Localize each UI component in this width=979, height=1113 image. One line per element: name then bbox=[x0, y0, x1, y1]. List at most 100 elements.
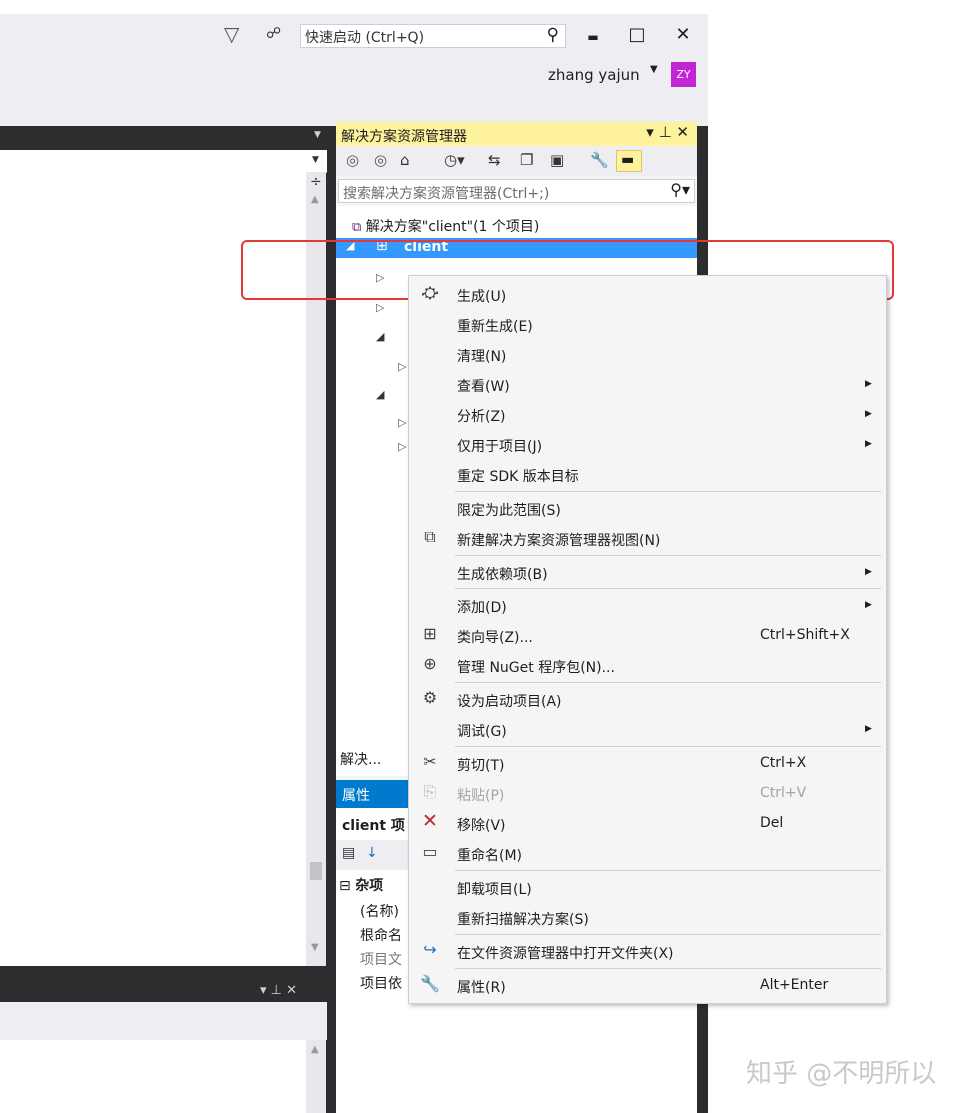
menu-item-clean[interactable]: 清理(N) bbox=[409, 340, 886, 370]
build-icon: ⛮ bbox=[421, 283, 439, 302]
navigation-dropdown[interactable]: ▼ bbox=[0, 150, 327, 173]
property-name: 根命名 bbox=[360, 928, 402, 944]
menu-item-build[interactable]: ⛮ 生成(U) bbox=[409, 280, 886, 310]
scroll-down-icon[interactable]: ▼ bbox=[311, 942, 319, 953]
chevron-down-icon[interactable]: ▼ bbox=[312, 155, 319, 165]
filter-icon[interactable]: ▽ bbox=[224, 22, 239, 46]
menu-item-set-startup[interactable]: ⚙ 设为启动项目(A) bbox=[409, 685, 886, 715]
menu-item-debug[interactable]: 调试(G) ▶ bbox=[409, 715, 886, 745]
minimize-button[interactable]: ▬ bbox=[582, 26, 604, 48]
tab-solution-explorer[interactable]: 解决... bbox=[340, 749, 381, 769]
show-all-files-icon[interactable]: ▣ bbox=[550, 151, 564, 169]
menu-item-label: 移除(V) bbox=[457, 818, 506, 834]
menu-separator bbox=[455, 491, 881, 492]
class-wizard-icon: ⊞ bbox=[423, 624, 437, 643]
wrench-icon[interactable]: 🔧 bbox=[590, 151, 609, 169]
expand-arrow-icon[interactable]: ▷ bbox=[398, 416, 406, 429]
menu-item-label: 调试(G) bbox=[457, 724, 507, 740]
sort-alpha-icon[interactable]: ↓ bbox=[366, 845, 378, 861]
forward-icon[interactable]: ◎ bbox=[374, 151, 387, 169]
sync-icon[interactable]: ⇆ bbox=[488, 151, 501, 169]
search-icon[interactable]: ⚲▾ bbox=[670, 180, 690, 199]
back-icon[interactable]: ◎ bbox=[346, 151, 359, 169]
document-header: ▼ bbox=[0, 126, 330, 150]
scroll-thumb[interactable] bbox=[310, 862, 322, 880]
search-icon[interactable]: ⚲ bbox=[547, 25, 559, 45]
solution-label: 解决方案"client"(1 个项目) bbox=[365, 219, 540, 235]
title-bar: ▽ ☍ 快速启动 (Ctrl+Q) ⚲ ▬ □ ✕ zhang yajun ▼ … bbox=[0, 14, 708, 126]
collapse-arrow-icon[interactable]: ◢ bbox=[376, 388, 384, 401]
menu-separator bbox=[455, 746, 881, 747]
menu-separator bbox=[455, 682, 881, 683]
output-panel-header: ▾ ⊥ ✕ bbox=[0, 980, 327, 1002]
menu-separator bbox=[455, 555, 881, 556]
menu-item-rebuild[interactable]: 重新生成(E) bbox=[409, 310, 886, 340]
solution-search-input[interactable]: 搜索解决方案资源管理器(Ctrl+;) ⚲▾ bbox=[338, 179, 695, 203]
menu-item-cut[interactable]: ✂ 剪切(T) Ctrl+X bbox=[409, 749, 886, 779]
scroll-up-icon[interactable]: ▲ bbox=[311, 1044, 319, 1055]
menu-item-analyze[interactable]: 分析(Z) ▶ bbox=[409, 400, 886, 430]
menu-item-label: 生成依赖项(B) bbox=[457, 567, 548, 583]
submenu-arrow-icon: ▶ bbox=[865, 724, 872, 734]
submenu-arrow-icon: ▶ bbox=[865, 379, 872, 389]
solution-search-placeholder: 搜索解决方案资源管理器(Ctrl+;) bbox=[343, 186, 550, 202]
menu-item-label: 重命名(M) bbox=[457, 848, 523, 864]
tree-item-solution[interactable]: ⧉ 解决方案"client"(1 个项目) bbox=[352, 216, 539, 238]
menu-item-manage-nuget[interactable]: ⊕ 管理 NuGet 程序包(N)... bbox=[409, 651, 886, 681]
menu-item-open-in-explorer[interactable]: ↪ 在文件资源管理器中打开文件夹(X) bbox=[409, 937, 886, 967]
expand-arrow-icon[interactable]: ▷ bbox=[398, 360, 406, 373]
quick-launch-input[interactable]: 快速启动 (Ctrl+Q) ⚲ bbox=[300, 24, 566, 48]
chevron-down-icon[interactable]: ▼ bbox=[650, 64, 658, 75]
preview-toggle-button[interactable]: ▬ bbox=[616, 150, 642, 172]
menu-item-add[interactable]: 添加(D) ▶ bbox=[409, 591, 886, 621]
expand-arrow-icon[interactable]: ▷ bbox=[398, 440, 406, 453]
home-icon[interactable]: ⌂ bbox=[400, 151, 410, 169]
menu-item-scope-to-this[interactable]: 限定为此范围(S) bbox=[409, 494, 886, 524]
menu-item-retarget-sdk[interactable]: 重定 SDK 版本目标 bbox=[409, 460, 886, 490]
categorized-icon[interactable]: ▤ bbox=[342, 845, 355, 861]
menu-item-remove[interactable]: ✕ 移除(V) Del bbox=[409, 809, 886, 839]
rename-icon: ▭ bbox=[422, 842, 438, 861]
menu-item-label: 新建解决方案资源管理器视图(N) bbox=[457, 533, 661, 549]
scroll-up-icon[interactable]: ▲ bbox=[311, 194, 319, 205]
avatar[interactable]: ZY bbox=[671, 62, 696, 87]
vertical-scrollbar[interactable]: ▲ bbox=[306, 1040, 326, 1113]
chevron-down-icon[interactable]: ▼ bbox=[314, 130, 321, 140]
user-name[interactable]: zhang yajun bbox=[548, 66, 640, 84]
collapse-icon[interactable]: ❐ bbox=[520, 151, 533, 169]
history-icon[interactable]: ◷▾ bbox=[444, 151, 465, 169]
property-category[interactable]: ⊟ 杂项 bbox=[339, 875, 383, 897]
menu-item-label: 重新扫描解决方案(S) bbox=[457, 912, 589, 928]
menu-item-new-view[interactable]: ⧉ 新建解决方案资源管理器视图(N) bbox=[409, 524, 886, 554]
menu-item-label: 设为启动项目(A) bbox=[457, 694, 562, 710]
menu-item-rename[interactable]: ▭ 重命名(M) bbox=[409, 839, 886, 869]
solution-explorer-title: 解决方案资源管理器 bbox=[341, 129, 467, 145]
menu-item-label: 属性(R) bbox=[457, 980, 506, 996]
menu-item-build-dependencies[interactable]: 生成依赖项(B) ▶ bbox=[409, 558, 886, 588]
menu-item-label: 清理(N) bbox=[457, 349, 507, 365]
menu-item-label: 卸载项目(L) bbox=[457, 882, 532, 898]
feedback-icon[interactable]: ☍ bbox=[266, 24, 281, 42]
menu-item-project-only[interactable]: 仅用于项目(J) ▶ bbox=[409, 430, 886, 460]
menu-item-unload-project[interactable]: 卸载项目(L) bbox=[409, 873, 886, 903]
panel-controls-icon[interactable]: ▾ ⊥ ✕ bbox=[260, 983, 297, 998]
property-name: 项目文 bbox=[360, 952, 402, 968]
split-icon[interactable]: ÷ bbox=[310, 174, 322, 190]
menu-item-label: 生成(U) bbox=[457, 289, 507, 305]
menu-item-class-wizard[interactable]: ⊞ 类向导(Z)... Ctrl+Shift+X bbox=[409, 621, 886, 651]
menu-separator bbox=[455, 934, 881, 935]
collapse-arrow-icon[interactable]: ◢ bbox=[376, 330, 384, 343]
collapse-icon[interactable]: ⊟ bbox=[339, 878, 351, 894]
expand-arrow-icon[interactable]: ▷ bbox=[376, 301, 384, 314]
menu-item-properties[interactable]: 🔧 属性(R) Alt+Enter bbox=[409, 971, 886, 1001]
menu-item-rescan-solution[interactable]: 重新扫描解决方案(S) bbox=[409, 903, 886, 933]
watermark: 知乎 @不明所以 bbox=[746, 1059, 937, 1089]
submenu-arrow-icon: ▶ bbox=[865, 567, 872, 577]
properties-object-label: client 项 bbox=[342, 818, 405, 834]
menu-separator bbox=[455, 870, 881, 871]
panel-controls-icon[interactable]: ▾ ⊥ ✕ bbox=[646, 123, 689, 141]
solution-explorer-toolbar: ◎ ◎ ⌂ ◷▾ ⇆ ❐ ▣ 🔧 ▬ bbox=[336, 146, 697, 176]
menu-item-view[interactable]: 查看(W) ▶ bbox=[409, 370, 886, 400]
close-button[interactable]: ✕ bbox=[672, 24, 694, 46]
maximize-button[interactable]: □ bbox=[626, 24, 648, 46]
